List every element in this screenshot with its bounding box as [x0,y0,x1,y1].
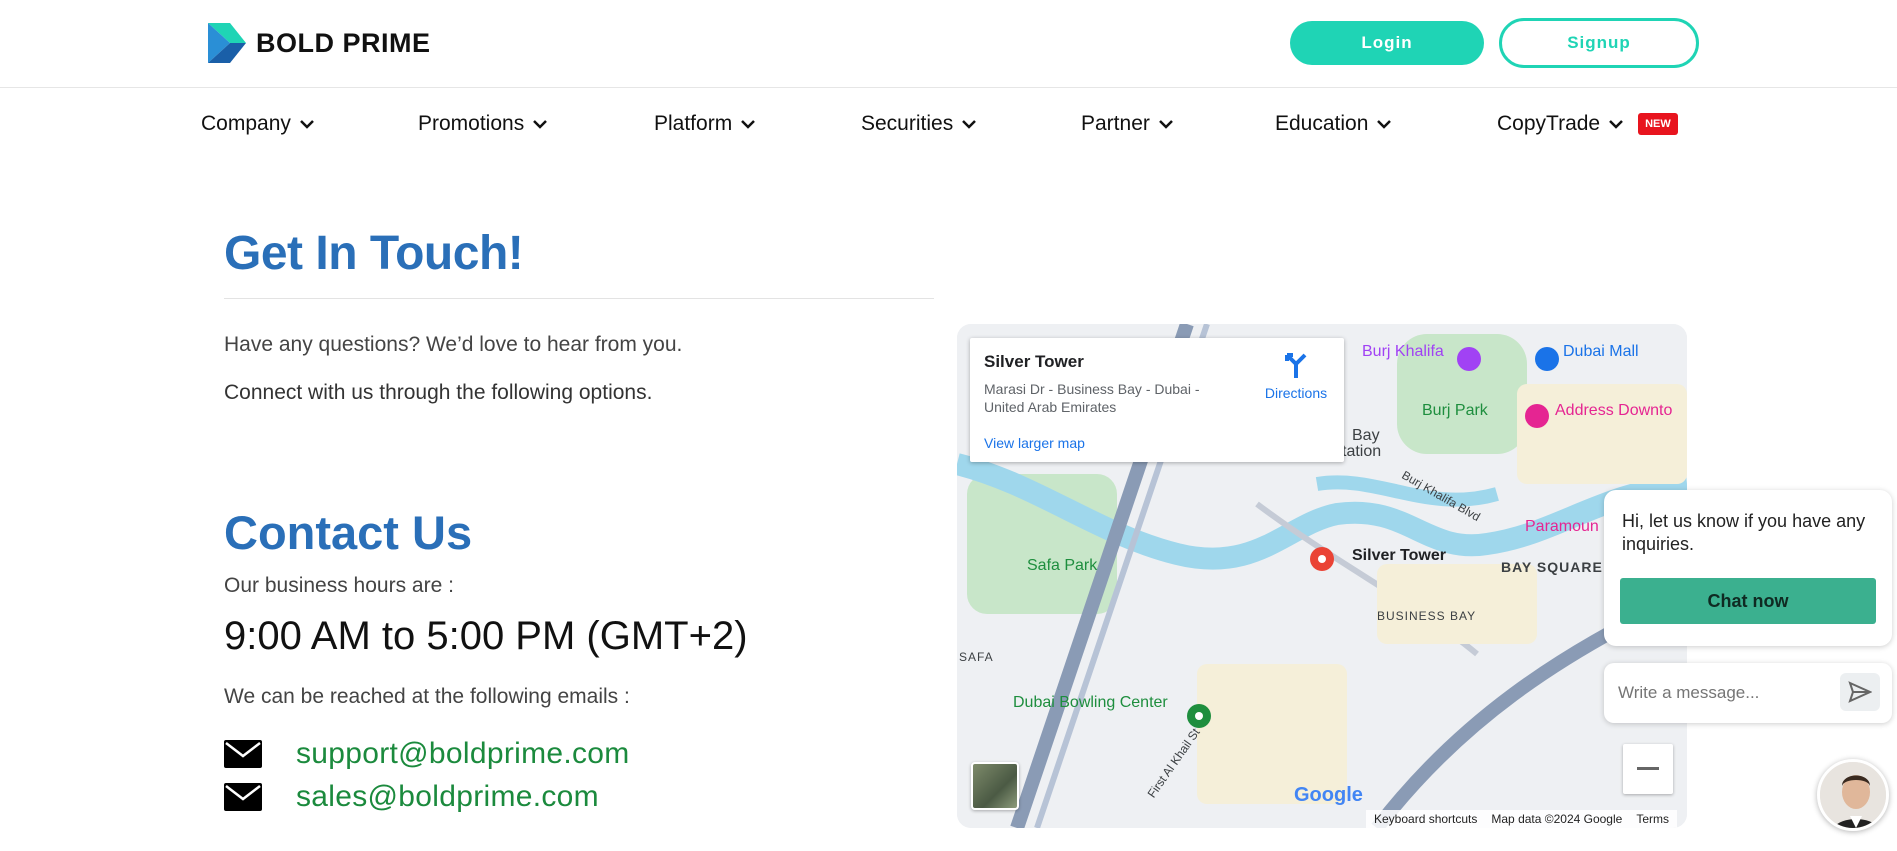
business-hours-label: Our business hours are : [224,574,454,597]
sales-email-link[interactable]: sales@boldprime.com [296,780,599,814]
nav-item-securities[interactable]: Securities [861,112,977,136]
email-row-sales: sales@boldprime.com [224,780,599,814]
map-label-station: tation [1342,443,1382,460]
satellite-toggle[interactable] [971,762,1019,810]
chat-input-box [1604,663,1892,723]
chevron-down-icon [1609,120,1623,129]
google-logo-text: Google [1294,784,1363,806]
nav-item-label: CopyTrade [1497,112,1601,135]
map-label-bay-square: BAY SQUARE [1501,559,1603,575]
nav-item-copytrade[interactable]: CopyTrade NEW [1497,112,1678,136]
chevron-down-icon [533,120,548,129]
map-label-silver-tower: Silver Tower [1352,547,1446,564]
chat-now-button[interactable]: Chat now [1620,578,1876,624]
place-address: Marasi Dr - Business Bay - Dubai - Unite… [984,381,1200,415]
nav-item-platform[interactable]: Platform [654,112,756,136]
brand-name: BOLD PRIME [256,27,431,58]
nav-item-label: Promotions [418,112,525,135]
google-map[interactable]: Silver Tower Burj Khalifa Dubai Mall Bur… [957,324,1687,828]
business-hours-value: 9:00 AM to 5:00 PM (GMT+2) [224,614,748,658]
map-label-paramount: Paramoun [1525,518,1599,535]
nav-item-label: Platform [654,112,733,135]
bold-prime-logo-icon [208,23,246,63]
directions-label: Directions [1264,385,1328,401]
map-label-burj-khalifa: Burj Khalifa [1362,343,1444,360]
divider [224,298,934,299]
nav-item-partner[interactable]: Partner [1081,112,1174,136]
map-label-safa-park: Safa Park [1027,557,1098,574]
map-label-safa: SAFA [959,650,994,664]
top-header: BOLD PRIME Login Signup [0,0,1897,88]
intro-text-1: Have any questions? We’d love to hear fr… [224,333,683,356]
main-nav: Company Promotions Platform Securities P… [0,108,1897,144]
nav-item-label: Partner [1081,112,1150,135]
support-agent-avatar[interactable] [1817,759,1889,831]
map-footer: Keyboard shortcuts Map data ©2024 Google… [1366,810,1677,828]
zoom-out-button[interactable] [1623,744,1673,794]
map-label-dubai-mall: Dubai Mall [1563,343,1639,360]
chevron-down-icon [1377,120,1392,129]
nav-item-promotions[interactable]: Promotions [418,112,548,136]
agent-avatar-icon [1820,762,1886,828]
map-label-burj-park: Burj Park [1422,402,1488,419]
directions-button[interactable]: Directions [1256,350,1336,401]
brand-logo[interactable]: BOLD PRIME [206,19,431,67]
chat-popup: Hi, let us know if you have any inquirie… [1604,490,1892,646]
view-larger-map-link[interactable]: View larger map [984,435,1085,451]
nav-item-label: Securities [861,112,954,135]
contact-us-title: Contact Us [224,506,473,559]
envelope-icon [224,740,262,768]
map-label-address-downtown: Address Downto [1555,402,1673,419]
place-info-card: Silver Tower Marasi Dr - Business Bay - … [970,338,1344,462]
chevron-down-icon [741,120,756,129]
new-badge: NEW [1638,113,1678,135]
emails-label: We can be reached at the following email… [224,685,630,708]
email-row-support: support@boldprime.com [224,737,630,771]
chevron-down-icon [1158,120,1173,129]
chat-message-input[interactable] [1618,681,1828,705]
directions-icon [1285,353,1307,378]
nav-item-company[interactable]: Company [201,112,315,136]
chevron-down-icon [962,120,977,129]
chevron-down-icon [300,120,314,129]
map-label-bowling: Dubai Bowling Center [1013,694,1168,711]
login-button[interactable]: Login [1290,21,1484,65]
keyboard-shortcuts-link[interactable]: Keyboard shortcuts [1374,812,1477,826]
get-in-touch-title: Get In Touch! [224,227,524,280]
map-label-business-bay: BUSINESS BAY [1377,609,1477,623]
google-logo: Google [1294,784,1363,807]
map-data-text: Map data ©2024 Google [1491,812,1623,826]
nav-item-education[interactable]: Education [1275,112,1392,136]
send-icon [1848,681,1872,703]
place-name: Silver Tower [984,352,1084,371]
send-button[interactable] [1840,673,1880,711]
intro-text-2: Connect with us through the following op… [224,381,653,404]
nav-item-label: Company [201,112,291,135]
support-email-link[interactable]: support@boldprime.com [296,737,630,771]
chat-greeting: Hi, let us know if you have any inquirie… [1622,511,1866,554]
nav-item-label: Education [1275,112,1369,135]
minus-icon [1637,767,1659,770]
terms-link[interactable]: Terms [1636,812,1669,826]
envelope-icon [224,783,262,811]
signup-button[interactable]: Signup [1499,18,1699,68]
